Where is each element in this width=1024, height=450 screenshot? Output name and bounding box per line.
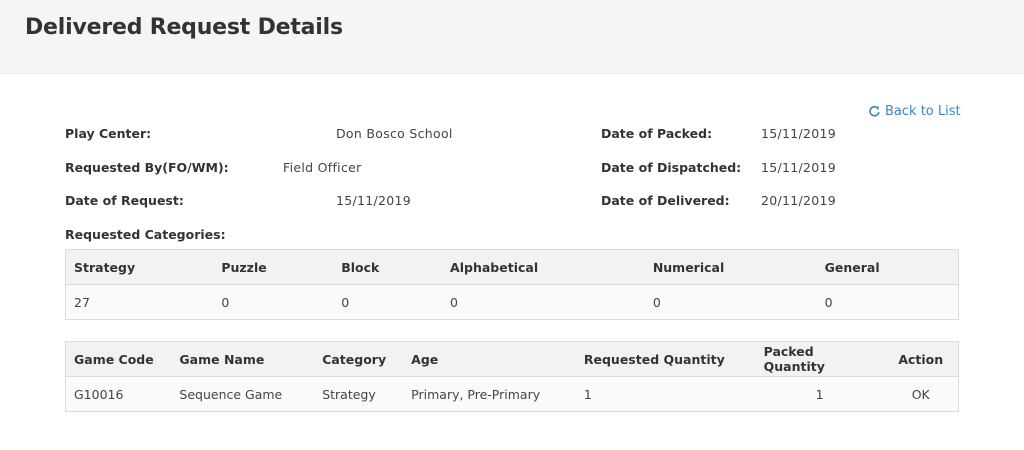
games-table: Game Code Game Name Category Age Request… xyxy=(65,341,960,412)
column-header-alphabetical: Alphabetical xyxy=(442,249,645,285)
date-of-request-value: 15/11/2019 xyxy=(336,193,412,208)
cell-block: 0 xyxy=(333,284,443,320)
column-header-packed-quantity: Packed Quantity xyxy=(755,341,884,377)
requested-by-label: Requested By(FO/WM): xyxy=(65,160,229,175)
play-center-value: Don Bosco School xyxy=(336,126,453,141)
page-header: Delivered Request Details xyxy=(0,0,1024,74)
requested-categories-label: Requested Categories: xyxy=(65,227,226,242)
cell-numerical: 0 xyxy=(644,284,817,320)
column-header-game-name: Game Name xyxy=(171,341,315,377)
table-header-row: Strategy Puzzle Block Alphabetical Numer… xyxy=(65,249,959,285)
cell-packed-quantity: 1 xyxy=(755,376,884,412)
date-of-dispatched-label: Date of Dispatched: xyxy=(601,160,742,175)
column-header-block: Block xyxy=(333,249,443,285)
date-of-packed-label: Date of Packed: xyxy=(601,126,713,141)
table-header-row: Game Code Game Name Category Age Request… xyxy=(65,341,960,377)
cell-puzzle: 0 xyxy=(213,284,334,320)
cell-action-status: OK xyxy=(883,376,960,412)
column-header-puzzle: Puzzle xyxy=(213,249,334,285)
column-header-general: General xyxy=(816,249,959,285)
date-of-dispatched-value: 15/11/2019 xyxy=(761,160,837,175)
requested-by-value: Field Officer xyxy=(283,160,362,175)
column-header-game-code: Game Code xyxy=(65,341,172,377)
table-row: G10016 Sequence Game Strategy Primary, P… xyxy=(65,376,960,412)
refresh-icon xyxy=(868,105,881,118)
cell-strategy: 27 xyxy=(65,284,214,320)
cell-age: Primary, Pre-Primary xyxy=(403,376,576,412)
play-center-label: Play Center: xyxy=(65,126,152,141)
cell-game-code: G10016 xyxy=(65,376,172,412)
column-header-requested-quantity: Requested Quantity xyxy=(575,341,756,377)
cell-category: Strategy xyxy=(314,376,404,412)
date-of-delivered-value: 20/11/2019 xyxy=(761,193,837,208)
column-header-category: Category xyxy=(314,341,404,377)
cell-game-name: Sequence Game xyxy=(171,376,315,412)
page-title: Delivered Request Details xyxy=(25,15,343,40)
date-of-delivered-label: Date of Delivered: xyxy=(601,193,730,208)
date-of-request-label: Date of Request: xyxy=(65,193,184,208)
back-to-list-label: Back to List xyxy=(885,104,961,119)
cell-requested-quantity: 1 xyxy=(575,376,756,412)
column-header-action: Action xyxy=(883,341,960,377)
table-row: 27 0 0 0 0 0 xyxy=(65,284,959,320)
back-to-list-link[interactable]: Back to List xyxy=(868,104,961,119)
date-of-packed-value: 15/11/2019 xyxy=(761,126,837,141)
cell-alphabetical: 0 xyxy=(442,284,645,320)
column-header-numerical: Numerical xyxy=(644,249,817,285)
column-header-age: Age xyxy=(403,341,576,377)
column-header-strategy: Strategy xyxy=(65,249,214,285)
cell-general: 0 xyxy=(816,284,959,320)
requested-categories-table: Strategy Puzzle Block Alphabetical Numer… xyxy=(65,249,959,320)
